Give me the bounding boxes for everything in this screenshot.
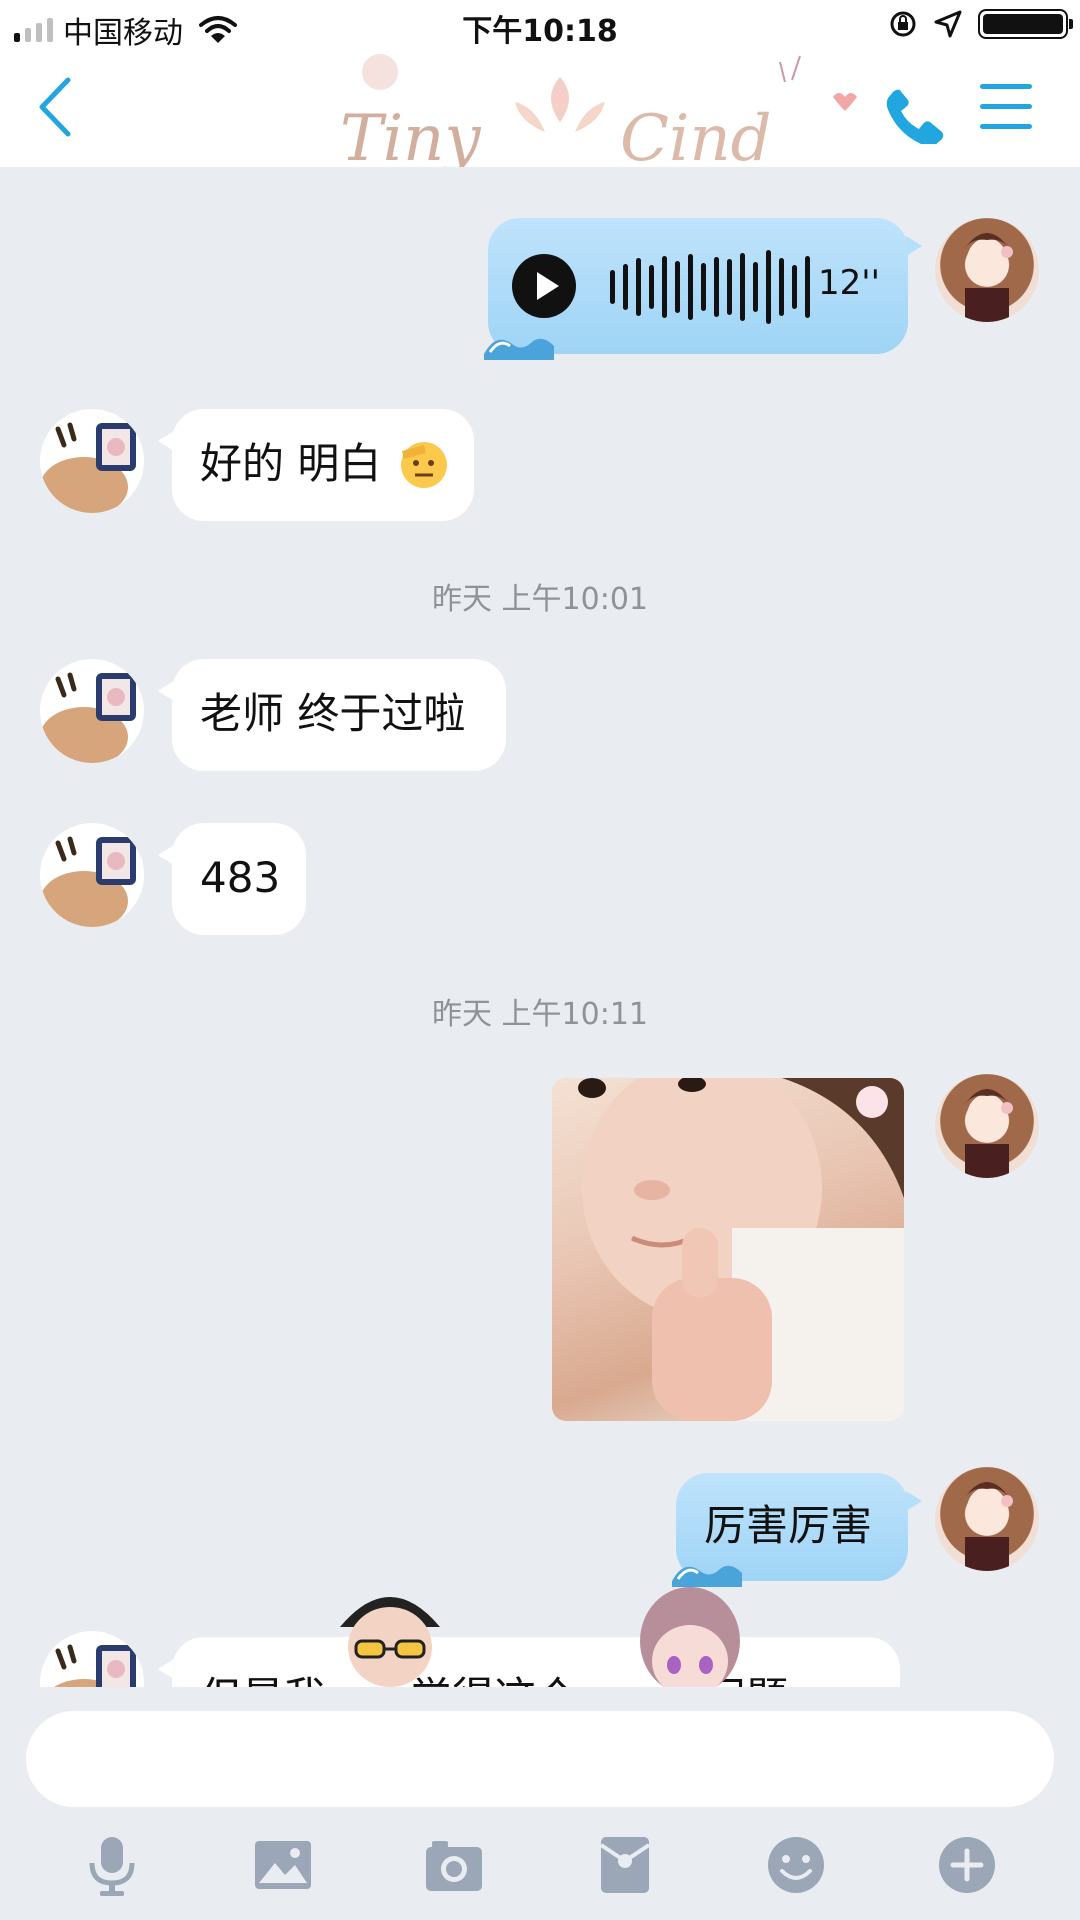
message-text: 好的 明白: [200, 439, 382, 488]
status-bar: 中国移动 下午10:18: [0, 0, 1080, 52]
plus-icon[interactable]: [935, 1833, 999, 1897]
phone-icon[interactable]: [884, 82, 946, 144]
header-decoration: Tiny Cind: [340, 54, 857, 167]
voice-message-bubble[interactable]: 12'': [484, 218, 922, 360]
message-input[interactable]: [26, 1711, 1054, 1807]
wave-decoration: [672, 1565, 742, 1587]
contact-avatar[interactable]: [40, 659, 144, 763]
contact-avatar[interactable]: [40, 409, 144, 513]
saluting-face-emoji: [401, 442, 447, 488]
message-text: 厉害厉害: [704, 1501, 873, 1550]
message-bubble[interactable]: 厉害厉害: [672, 1473, 922, 1587]
timestamp: 昨天 上午10:11: [432, 997, 648, 1032]
rotation-lock-icon: [890, 11, 916, 37]
message-text: 老师 终于过啦: [200, 689, 466, 738]
timestamp: 昨天 上午10:01: [432, 582, 648, 617]
voice-duration: 12'': [818, 263, 880, 303]
boy-sticker-character: [340, 1597, 440, 1687]
menu-icon[interactable]: [980, 84, 1032, 132]
message-list[interactable]: 12'' 好的 明白 昨天 上午10:01 老师 终于过啦 483 昨天 上午1…: [0, 167, 1080, 1687]
self-avatar[interactable]: [935, 1467, 1039, 1571]
message-bubble[interactable]: 但是我……觉得这个……点问题: [158, 1637, 900, 1687]
camera-icon[interactable]: [422, 1833, 486, 1897]
back-chevron-icon[interactable]: [30, 72, 90, 142]
image-message[interactable]: [552, 1078, 904, 1421]
wave-decoration: [484, 338, 554, 360]
red-packet-icon[interactable]: [593, 1833, 657, 1897]
self-avatar[interactable]: [935, 218, 1039, 322]
contact-avatar[interactable]: [40, 823, 144, 927]
chat-header: Tiny Cind: [0, 52, 1080, 167]
svg-text:Tiny: Tiny: [340, 102, 481, 167]
waveform-icon: [610, 250, 810, 324]
message-text: 483: [200, 853, 281, 902]
self-avatar[interactable]: [935, 1074, 1039, 1178]
microphone-icon[interactable]: [80, 1833, 144, 1897]
girl-sticker-character: [640, 1587, 740, 1687]
emoji-icon[interactable]: [764, 1833, 828, 1897]
battery-icon: [978, 9, 1073, 39]
contact-avatar[interactable]: [40, 1631, 144, 1687]
message-bubble[interactable]: 483: [158, 823, 306, 935]
play-icon[interactable]: [512, 254, 576, 318]
location-icon: [934, 10, 962, 38]
image-icon[interactable]: [251, 1833, 315, 1897]
message-bubble[interactable]: 好的 明白: [158, 409, 474, 521]
svg-text:Cind: Cind: [620, 102, 772, 167]
message-bubble[interactable]: 老师 终于过啦: [158, 659, 506, 771]
input-bar: [0, 1687, 1080, 1920]
thumbs-up-baby-sticker: [578, 1078, 904, 1421]
